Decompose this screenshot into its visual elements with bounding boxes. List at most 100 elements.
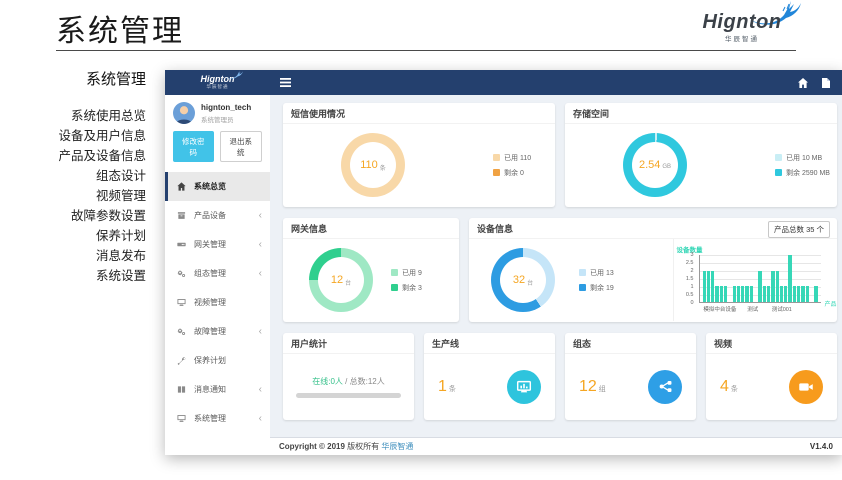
- toc-item[interactable]: 系统使用总览: [0, 106, 152, 126]
- hamburger-menu-icon[interactable]: [280, 78, 291, 87]
- donut-unit: GB: [662, 164, 671, 170]
- sidebar-item-label: 保养计划: [194, 355, 226, 366]
- y-tick-label: 0.5: [686, 292, 694, 298]
- app-logo[interactable]: Hignton 华辰智通: [165, 70, 270, 95]
- card-title: 用户统计: [283, 333, 414, 354]
- donut-unit: 台: [345, 278, 351, 287]
- chevron-left-icon: ‹: [259, 240, 262, 250]
- card-title: 网关信息: [283, 218, 459, 239]
- sidebar-item-label: 系统管理: [194, 413, 226, 424]
- bar: [750, 286, 753, 302]
- toc-item[interactable]: 系统设置: [0, 266, 152, 286]
- bar: [814, 286, 817, 302]
- gateway-info-card: 网关信息 12台 已用 9剩余 3: [283, 218, 459, 322]
- sidebar-item-scada-config[interactable]: 组态管理‹: [165, 259, 270, 288]
- bar: [758, 271, 761, 302]
- book-icon: [177, 385, 190, 394]
- legend-item: 剩余 3: [391, 283, 422, 293]
- sidebar-item-maintenance[interactable]: 保养计划: [165, 346, 270, 375]
- x-tick-label: 测试: [747, 305, 758, 313]
- monitor-icon: [177, 414, 190, 423]
- change-password-button[interactable]: 修改密码: [173, 131, 214, 162]
- bar: [801, 286, 804, 302]
- chevron-left-icon: ‹: [259, 269, 262, 279]
- card-title: 设备信息: [477, 222, 513, 235]
- donut-value: 2.54: [639, 159, 660, 171]
- gears-icon: [177, 327, 190, 336]
- toc-item[interactable]: 故障参数设置: [0, 206, 152, 226]
- bar: [741, 286, 744, 302]
- share-nodes-icon: [648, 370, 682, 404]
- legend: 已用 9剩余 3: [391, 268, 422, 293]
- chevron-left-icon: ‹: [259, 327, 262, 337]
- donut-value: 12: [331, 274, 343, 286]
- bar: [784, 286, 787, 302]
- bar: [715, 286, 718, 302]
- x-axis-label: 产品: [825, 299, 837, 308]
- bar: [703, 271, 706, 302]
- production-count: 1: [438, 378, 447, 395]
- bar: [711, 271, 714, 302]
- gears-icon: [177, 269, 190, 278]
- card-title: 生产线: [424, 333, 555, 354]
- legend-item: 剩余 0: [493, 168, 531, 178]
- device-donut-chart: 32台: [491, 248, 555, 312]
- logout-button[interactable]: 退出系统: [220, 131, 263, 162]
- bar: [793, 286, 796, 302]
- bar: [780, 286, 783, 302]
- avatar[interactable]: [173, 102, 195, 124]
- scada-card: 组态 12组: [565, 333, 696, 420]
- wrench-icon: [177, 356, 190, 365]
- toc-item[interactable]: 保养计划: [0, 226, 152, 246]
- bar: [788, 255, 791, 302]
- sidebar-item-fault[interactable]: 故障管理‹: [165, 317, 270, 346]
- app-footer: Copyright © 2019 版权所有 华辰智通 V1.4.0: [270, 437, 842, 455]
- sidebar-item-video-manage[interactable]: 视频管理: [165, 288, 270, 317]
- toc-item[interactable]: 设备及用户信息: [0, 126, 152, 146]
- toc-item[interactable]: 视频管理: [0, 186, 152, 206]
- donut-value: 32: [513, 274, 525, 286]
- monitor-icon: [177, 298, 190, 307]
- video-card: 视频 4条: [706, 333, 837, 420]
- title-divider: [56, 50, 796, 51]
- device-count-bar-chart: 设备数量 00.511.522.53 模拟中台设备测试测试001 产品: [675, 244, 837, 316]
- sidebar-item-label: 系统总览: [194, 181, 226, 192]
- sidebar-item-message[interactable]: 消息通知‹: [165, 375, 270, 404]
- toc-item[interactable]: 消息发布: [0, 246, 152, 266]
- bar: [776, 271, 779, 302]
- y-tick-label: 0: [690, 300, 693, 306]
- user-role: 系统管理员: [201, 114, 251, 124]
- x-axis: 模拟中台设备测试测试001: [699, 305, 821, 313]
- x-tick-label: 测试001: [772, 305, 792, 313]
- bar: [737, 286, 740, 302]
- y-tick-label: 2.5: [686, 260, 694, 266]
- legend: 已用 110剩余 0: [493, 153, 531, 178]
- sidebar-item-gateway[interactable]: 网关管理‹: [165, 230, 270, 259]
- company-link[interactable]: 华辰智通: [381, 442, 413, 451]
- plot-area: [699, 255, 821, 303]
- app-window: Hignton 华辰智通 hignton_tech 系统管理员: [165, 70, 842, 455]
- toc-heading: 系统管理: [0, 68, 152, 89]
- product-total-button[interactable]: 产品总数 35 个: [768, 221, 830, 238]
- app-sidebar: hignton_tech 系统管理员 修改密码 退出系统 系统总览产品设备‹网关…: [165, 95, 270, 455]
- user-panel: hignton_tech 系统管理员: [165, 95, 270, 128]
- sidebar-item-products[interactable]: 产品设备 ‹: [165, 201, 270, 230]
- chevron-left-icon: ‹: [259, 211, 262, 221]
- home-icon[interactable]: [798, 78, 808, 88]
- file-icon[interactable]: [822, 78, 830, 88]
- card-title: 存储空间: [565, 103, 837, 124]
- device-info-card: 设备信息 产品总数 35 个 32台 已用 13剩余 19 设备数量: [469, 218, 837, 322]
- sidebar-item-label: 视频管理: [194, 297, 226, 308]
- sidebar-item-label: 产品设备: [194, 210, 226, 221]
- sidebar-item-label: 消息通知: [194, 384, 226, 395]
- app-header: Hignton 华辰智通: [165, 70, 842, 95]
- online-progress-bar: [296, 393, 401, 398]
- toc-item[interactable]: 产品及设备信息: [0, 146, 152, 166]
- sidebar-item-overview[interactable]: 系统总览: [165, 172, 270, 201]
- sidebar-item-system[interactable]: 系统管理‹: [165, 404, 270, 433]
- product-icon: [177, 211, 190, 220]
- legend-item: 剩余 2590 MB: [775, 168, 830, 178]
- sms-usage-card: 短信使用情况 110条 已用 110剩余 0: [283, 103, 555, 207]
- toc-item[interactable]: 组态设计: [0, 166, 152, 186]
- card-title: 组态: [565, 333, 696, 354]
